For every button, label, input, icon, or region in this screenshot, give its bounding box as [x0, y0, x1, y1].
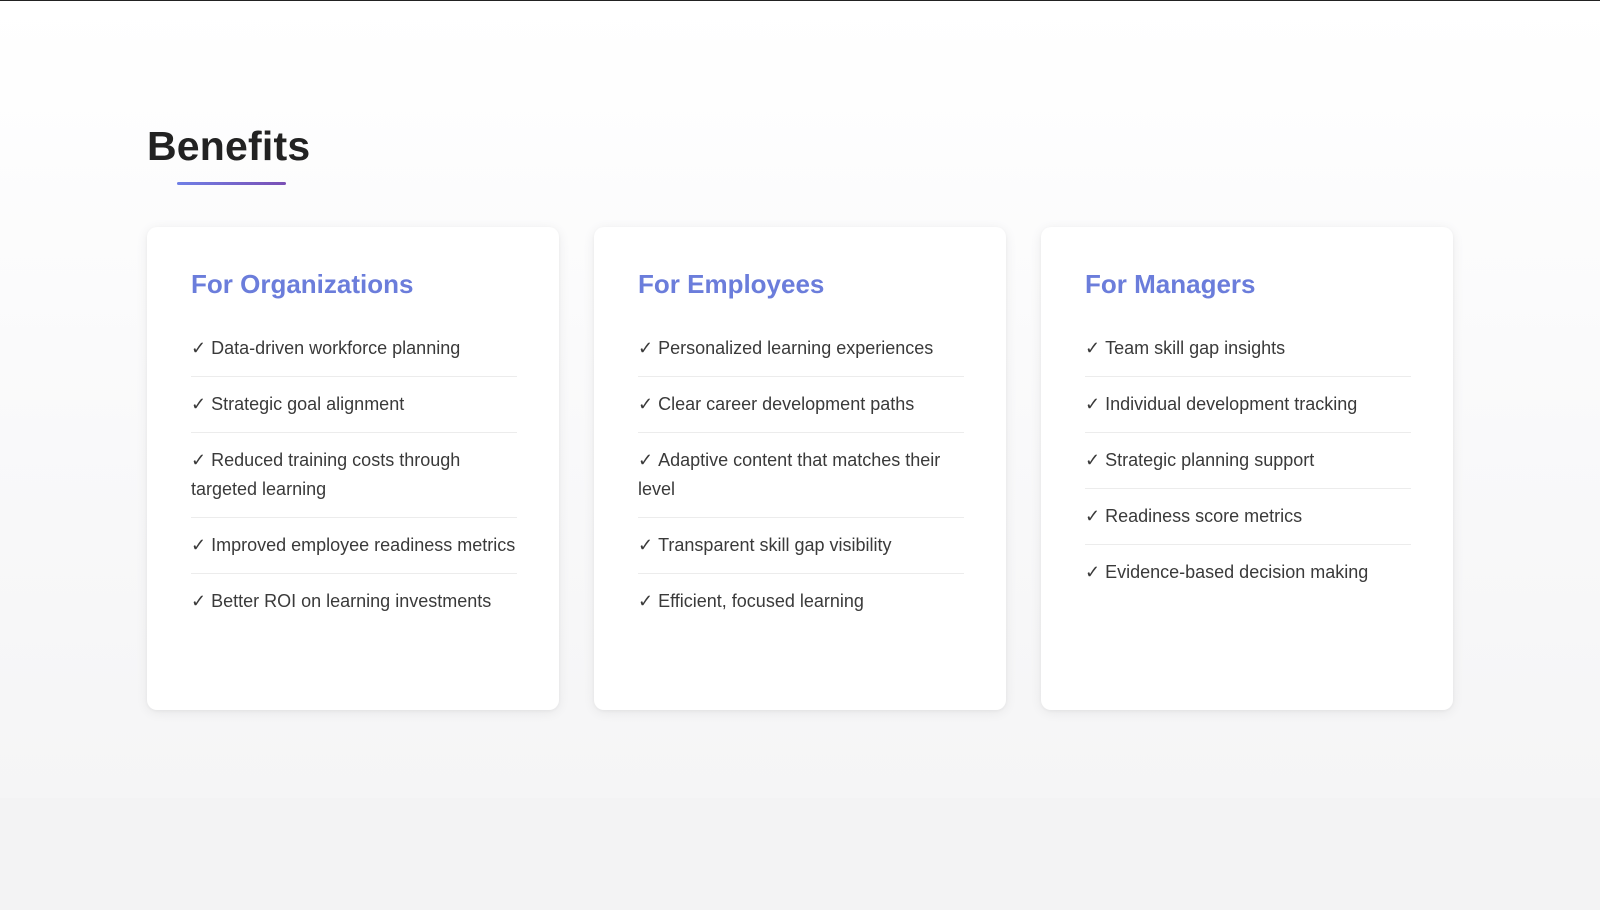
check-icon: ✓ [1085, 562, 1101, 582]
benefit-item: ✓ Adaptive content that matches their lev… [638, 433, 964, 518]
benefit-item: ✓ Strategic planning support [1085, 433, 1411, 489]
benefit-list: ✓ Data-driven workforce planning ✓ Strateg… [191, 321, 517, 629]
benefit-item: ✓ Better ROI on learning investments [191, 574, 517, 629]
benefit-item: ✓ Efficient, focused learning [638, 574, 964, 629]
benefit-text: Clear career development paths [658, 394, 915, 414]
benefit-text: Data-driven workforce planning [211, 338, 461, 358]
check-icon: ✓ [638, 450, 654, 470]
check-icon: ✓ [638, 338, 654, 358]
benefit-text: Better ROI on learning investments [211, 591, 492, 611]
benefit-text: Team skill gap insights [1105, 338, 1286, 358]
check-icon: ✓ [191, 338, 207, 358]
benefits-section: Benefits For Organizations ✓ Data-driven … [0, 1, 1600, 798]
check-icon: ✓ [1085, 394, 1101, 414]
card-title: For Managers [1085, 269, 1256, 299]
benefit-text: Reduced training costs through targeted … [191, 450, 461, 499]
benefit-item: ✓ Individual development tracking [1085, 377, 1411, 433]
benefit-text: Readiness score metrics [1105, 506, 1303, 526]
check-icon: ✓ [1085, 338, 1101, 358]
benefit-item: ✓ Evidence-based decision making [1085, 545, 1411, 600]
benefit-item: ✓ Improved employee readiness metrics [191, 518, 517, 574]
benefit-item: ✓ Data-driven workforce planning [191, 321, 517, 377]
check-icon: ✓ [191, 535, 207, 555]
check-icon: ✓ [1085, 450, 1101, 470]
benefit-item: ✓ Strategic goal alignment [191, 377, 517, 433]
benefit-text: Improved employee readiness metrics [211, 535, 516, 555]
card-title: For Organizations [191, 269, 414, 299]
benefit-text: Individual development tracking [1105, 394, 1358, 414]
check-icon: ✓ [191, 450, 207, 470]
benefit-text: Adaptive content that matches their leve… [638, 450, 941, 499]
benefit-item: ✓ Personalized learning experiences [638, 321, 964, 377]
check-icon: ✓ [191, 394, 207, 414]
benefit-list: ✓ Team skill gap insights ✓ Individual dev… [1085, 321, 1411, 600]
check-icon: ✓ [638, 535, 654, 555]
benefit-text: Personalized learning experiences [658, 338, 934, 358]
check-icon: ✓ [1085, 506, 1101, 526]
check-icon: ✓ [638, 591, 654, 611]
benefit-item: ✓ Clear career development paths [638, 377, 964, 433]
benefit-item: ✓ Reduced training costs through targeted… [191, 433, 517, 518]
benefit-text: Efficient, focused learning [658, 591, 864, 611]
benefit-list: ✓ Personalized learning experiences ✓ Clea… [638, 321, 964, 629]
check-icon: ✓ [638, 394, 654, 414]
benefit-text: Strategic goal alignment [211, 394, 405, 414]
card-organizations: For Organizations ✓ Data-driven workforce… [147, 227, 559, 710]
check-icon: ✓ [191, 591, 207, 611]
benefit-item: ✓ Team skill gap insights [1085, 321, 1411, 377]
benefit-text: Strategic planning support [1105, 450, 1315, 470]
benefit-item: ✓ Transparent skill gap visibility [638, 518, 964, 574]
card-title: For Employees [638, 269, 825, 299]
card-managers: For Managers ✓ Team skill gap insights ✓ I… [1041, 227, 1453, 710]
benefit-text: Transparent skill gap visibility [658, 535, 892, 555]
benefit-text: Evidence-based decision making [1105, 562, 1369, 582]
title-underline [177, 182, 286, 185]
card-employees: For Employees ✓ Personalized learning exp… [594, 227, 1006, 710]
section-title: Benefits [147, 123, 311, 169]
benefit-item: ✓ Readiness score metrics [1085, 489, 1411, 545]
